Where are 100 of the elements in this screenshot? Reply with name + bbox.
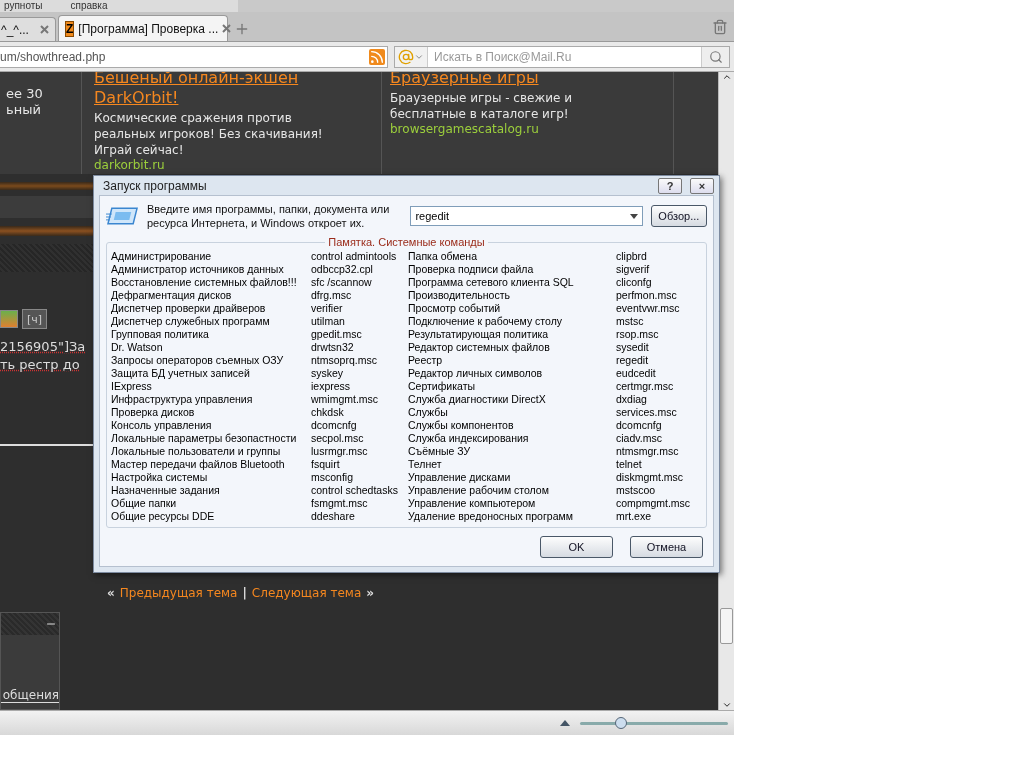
cancel-button[interactable]: Отмена [630,536,703,558]
command-text: services.msc [616,406,678,419]
command-name: Диспетчер служебных программ [111,315,271,328]
command-combo[interactable]: regedit [410,206,643,226]
command-name: Защита БД учетных записей [111,367,251,380]
scrollbar[interactable] [718,72,734,710]
command-name: Проверка подписи файла [408,263,535,276]
command-text: eudcedit [616,367,657,380]
browse-button[interactable]: Обзор... [650,205,707,227]
command-name: Папка обмена [408,250,478,263]
browser-tab[interactable]: ^_^... [0,17,56,41]
command-text: ntmsmgr.msc [616,445,680,458]
ad-url-link[interactable]: darkorbit.ru [94,158,375,173]
menu-item[interactable]: рупноты [0,0,43,11]
command-name: Реестр [408,354,444,367]
command-text: diskmgmt.msc [616,471,685,484]
at-sign-icon[interactable] [398,48,414,65]
command-text: fsquirt [311,458,341,471]
tab-title: [Программа] Проверка ... [78,21,219,36]
command-name: Общие папки [111,497,178,510]
search-icon [708,49,723,64]
command-name: Управление дисками [408,471,512,484]
command-text: rsop.msc [616,328,660,341]
command-text: sfc /scannow [311,276,373,289]
command-name: Удаление вредоносных программ [408,510,574,523]
post-text: ть рестр до [0,356,80,374]
separator-text: | [242,586,247,600]
next-topic-link[interactable]: Следующая тема [251,586,362,600]
scroll-up-icon[interactable] [721,72,732,82]
command-text: fsmgmt.msc [311,497,369,510]
search-field[interactable]: Искать в Поиск@Mail.Ru [394,45,730,68]
command-text: syskey [311,367,345,380]
command-text: compmgmt.msc [616,497,692,510]
command-name: Назначенные задания [111,484,221,497]
command-text: chkdsk [311,406,345,419]
browser-tab[interactable]: Z [Программа] Проверка ... [58,15,228,41]
command-name: Дефрагментация дисков [111,289,233,302]
command-text: gpedit.msc [311,328,363,341]
panel-link[interactable]: общения [1,688,59,703]
dialog-title: Запуск программы [102,178,208,193]
close-icon[interactable] [222,24,232,33]
command-text: iexpress [311,380,352,393]
scroll-down-icon[interactable] [721,700,732,710]
command-text: eventvwr.msc [616,302,681,315]
command-text: lusrmgr.msc [311,445,369,458]
ad-text: Космические сражения против реальных игроков! Без скачивания! Играй сейчас! [94,110,324,158]
slider-thumb[interactable] [615,716,628,729]
trash-icon[interactable] [712,19,728,35]
command-text: dcomcnfg [311,419,358,432]
command-text: sysedit [616,341,650,354]
new-tab-icon[interactable] [234,21,250,37]
command-name: Локальные пользователи и группы [111,445,282,458]
command-text: wmimgmt.msc [311,393,380,406]
url-text: um/showthread.php [0,49,106,64]
post-text: 2156905"]За [0,338,86,356]
command-text: perfmon.msc [616,289,678,302]
menu-item[interactable]: справка [66,0,108,11]
command-name: Производительность [408,289,511,302]
search-button[interactable] [701,46,729,67]
quote-button[interactable]: [ч] [22,309,48,329]
command-text: dfrg.msc [311,289,353,302]
up-arrow-icon[interactable] [560,720,570,726]
dropdown-icon[interactable] [629,213,638,219]
ok-button[interactable]: OK [540,536,613,558]
command-name: Мастер передачи файлов Bluetooth [111,458,286,471]
command-name: Подключение к рабочему столу [408,315,564,328]
command-name: Консоль управления [111,419,213,432]
command-text: odbccp32.cpl [311,263,374,276]
command-name: Групповая политика [111,328,210,341]
ad-title-link[interactable]: Браузерные игры [390,72,667,88]
site-logo: Z [65,20,75,37]
rss-icon[interactable] [369,48,385,65]
scroll-thumb[interactable] [720,608,733,644]
command-name: Администрирование [111,250,213,263]
next-mark: » [366,586,374,600]
command-name: Просмотр событий [408,302,502,315]
command-text: secpol.msc [311,432,365,445]
command-name: Инфраструктура управления [111,393,254,406]
command-name: Результатирующая политика [408,328,550,341]
command-name: Проверка дисков [111,406,196,419]
ad-url-link[interactable]: browsergamescatalog.ru [390,122,667,137]
ad-title-link[interactable]: DarkOrbit! [94,88,375,108]
close-button[interactable]: × [690,177,714,194]
prev-topic-link[interactable]: Предыдущая тема [119,586,238,600]
close-icon[interactable] [40,25,49,34]
command-name: Администратор источников данных [111,263,285,276]
search-input[interactable]: Искать в Поиск@Mail.Ru [428,49,701,64]
command-name: Общие ресурсы DDE [111,510,216,523]
command-text: control admintools [311,250,398,263]
command-text: mstscoo [616,484,657,497]
command-text: ciadv.msc [616,432,663,445]
command-text: dxdiag [616,393,648,406]
help-button[interactable]: ? [658,177,682,194]
command-name: Диспетчер проверки драйверов [111,302,267,315]
command-text: certmgr.msc [616,380,675,393]
command-name: Управление компьютером [408,497,537,510]
command-text: utilman [311,315,346,328]
command-name: IExpress [111,380,153,393]
address-field[interactable]: um/showthread.php [0,45,388,68]
command-name: Сертификаты [408,380,476,393]
